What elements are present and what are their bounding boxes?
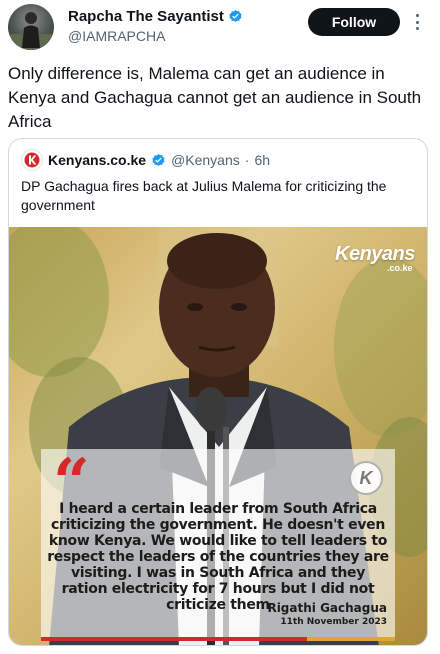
separator-dot: · — [244, 152, 250, 168]
quoted-author-name[interactable]: Kenyans.co.ke — [48, 152, 146, 168]
quote-date: 11th November 2023 — [280, 617, 387, 627]
kenyans-watermark-domain: .co.ke — [387, 263, 413, 273]
quoted-author-avatar[interactable] — [21, 149, 43, 171]
author-display-name[interactable]: Rapcha The Sayantist — [68, 8, 224, 25]
quoted-author-handle[interactable]: @Kenyans — [171, 152, 240, 168]
author-handle[interactable]: @IAMRAPCHA — [68, 28, 165, 44]
avatar-image — [8, 12, 54, 50]
tweet-text: Only difference is, Malema can get an au… — [8, 64, 422, 131]
follow-button[interactable]: Follow — [308, 8, 400, 36]
kenyans-logo-icon — [24, 152, 40, 168]
quote-accent-bar — [41, 637, 395, 641]
more-options-icon[interactable] — [410, 12, 424, 32]
quote-text: I heard a certain leader from South Afri… — [47, 501, 389, 613]
quoted-tweet-header: Kenyans.co.ke @Kenyans · 6h — [21, 149, 270, 171]
quoted-tweet-card[interactable]: Kenyans.co.ke @Kenyans · 6h DP Gachagua … — [8, 138, 428, 646]
tweet-header: Rapcha The Sayantist @IAMRAPCHA Follow — [0, 0, 440, 56]
author-avatar[interactable] — [8, 4, 54, 50]
quote-overlay: “ K I heard a certain leader from South … — [41, 449, 395, 641]
kenyans-badge-icon: K — [349, 461, 383, 495]
quoted-tweet-image[interactable]: Kenyans .co.ke “ K I heard a certain lea… — [9, 227, 427, 645]
quote-speaker: Rigathi Gachagua — [267, 601, 387, 615]
verified-badge-icon — [229, 9, 242, 22]
quoted-tweet-text: DP Gachagua fires back at Julius Malema … — [21, 178, 387, 213]
verified-badge-icon — [152, 153, 165, 166]
quoted-timestamp[interactable]: 6h — [254, 152, 270, 168]
